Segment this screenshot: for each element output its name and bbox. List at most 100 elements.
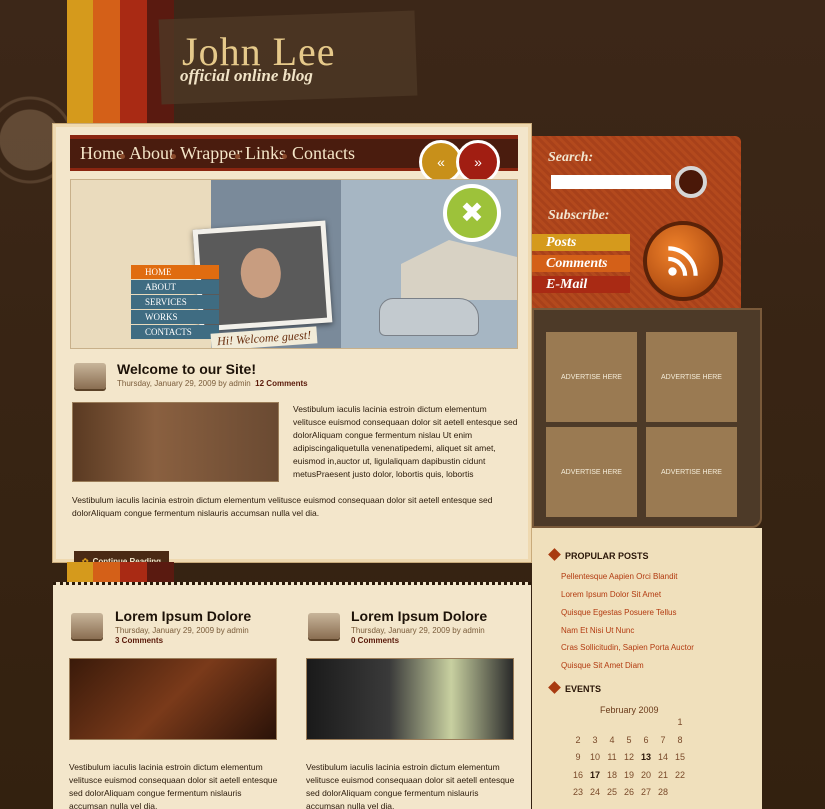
- calendar-day[interactable]: 18: [604, 770, 620, 780]
- calendar-day[interactable]: 1: [672, 717, 688, 727]
- calendar-day[interactable]: 3: [587, 735, 603, 745]
- face-image: [239, 246, 283, 300]
- calendar-day[interactable]: 17: [587, 770, 603, 780]
- ad-slot[interactable]: ADVERTISE HERE: [646, 332, 737, 422]
- ad-slot[interactable]: ADVERTISE HERE: [546, 332, 637, 422]
- calendar-day[interactable]: 10: [587, 752, 603, 762]
- popular-post-link[interactable]: Pellentesque Aapien Orci Blandit: [561, 572, 678, 581]
- calendar-day[interactable]: 8: [672, 735, 688, 745]
- calendar-day[interactable]: 5: [621, 735, 637, 745]
- calendar-day[interactable]: 16: [570, 770, 586, 780]
- calendar-month: February 2009: [600, 705, 659, 715]
- popular-post-link[interactable]: Nam Et Nisi Ut Nunc: [561, 626, 634, 635]
- nav-about[interactable]: About: [129, 143, 174, 164]
- book-icon: [308, 613, 340, 639]
- calendar-day[interactable]: 22: [672, 770, 688, 780]
- house-image: [401, 240, 517, 300]
- calendar-day[interactable]: 15: [672, 752, 688, 762]
- featured-card: Home About Wrapper Links Contacts « » ✖ …: [53, 124, 531, 572]
- search-label: Search:: [548, 150, 594, 165]
- featured-title[interactable]: Welcome to our Site!: [117, 361, 256, 377]
- calendar-day[interactable]: 20: [638, 770, 654, 780]
- calendar-day[interactable]: 6: [638, 735, 654, 745]
- search-input[interactable]: [551, 175, 671, 189]
- rss-icon: [668, 246, 698, 276]
- events-heading: EVENTS: [550, 683, 601, 694]
- sidebar: PROPULAR POSTS Pellentesque Aapien Orci …: [532, 528, 762, 809]
- popular-post-link[interactable]: Cras Sollicitudin, Sapien Porta Auctor: [561, 643, 694, 652]
- calendar-day[interactable]: 12: [621, 752, 637, 762]
- featured-meta: Thursday, January 29, 2009 by admin 12 C…: [117, 379, 308, 388]
- calendar-day[interactable]: 7: [655, 735, 671, 745]
- calendar-day[interactable]: 4: [604, 735, 620, 745]
- nav-wrapper[interactable]: Wrapper: [180, 143, 242, 164]
- ads-panel: ADVERTISE HERE ADVERTISE HERE ADVERTISE …: [532, 308, 762, 528]
- banner-menu-works[interactable]: WORKS: [131, 310, 219, 324]
- banner-menu-about[interactable]: ABOUT: [131, 280, 219, 294]
- post-comments-link[interactable]: 3 Comments: [115, 636, 163, 645]
- post-text: Vestibulum iaculis lacinia estroin dictu…: [306, 762, 515, 809]
- calendar-day[interactable]: 27: [638, 787, 654, 797]
- featured-date: Thursday, January 29, 2009 by admin: [117, 379, 251, 388]
- post-title[interactable]: Lorem Ipsum Dolore: [351, 608, 487, 624]
- calendar-day[interactable]: 24: [587, 787, 603, 797]
- subscribe-comments[interactable]: Comments: [532, 255, 630, 272]
- posts-grid: Lorem Ipsum Dolore Thursday, January 29,…: [53, 582, 531, 809]
- calendar-day[interactable]: 26: [621, 787, 637, 797]
- car-image: [379, 298, 479, 336]
- post-title[interactable]: Lorem Ipsum Dolore: [115, 608, 251, 624]
- chevron-right-icon: »: [474, 154, 482, 170]
- post-thumbnail[interactable]: [69, 658, 277, 740]
- nav-separator: [235, 154, 240, 159]
- close-badge-icon: ✖: [443, 184, 501, 242]
- welcome-tag: Hi! Welcome guest!: [210, 326, 318, 348]
- banner-menu-contacts[interactable]: CONTACTS: [131, 325, 219, 339]
- banner-menu-home[interactable]: HOME: [131, 265, 219, 279]
- subscribe-posts[interactable]: Posts: [532, 234, 630, 251]
- popular-post-link[interactable]: Quisque Sit Amet Diam: [561, 661, 644, 670]
- popular-post-link[interactable]: Quisque Egestas Posuere Tellus: [561, 608, 676, 617]
- calendar-day[interactable]: 25: [604, 787, 620, 797]
- nav-contacts[interactable]: Contacts: [292, 143, 355, 164]
- calendar-day[interactable]: 21: [655, 770, 671, 780]
- ad-slot[interactable]: ADVERTISE HERE: [546, 427, 637, 517]
- post-meta: Thursday, January 29, 2009 by admin: [351, 626, 485, 635]
- calendar-day[interactable]: 11: [604, 752, 620, 762]
- nav-separator: [282, 154, 287, 159]
- stripe-yellow-low: [67, 562, 93, 582]
- popular-post-link[interactable]: Lorem Ipsum Dolor Sit Amet: [561, 590, 661, 599]
- calendar-day[interactable]: 2: [570, 735, 586, 745]
- hero-banner: ✖ HOME ABOUT SERVICES WORKS CONTACTS Hi!…: [70, 179, 518, 349]
- banner-menu: HOME ABOUT SERVICES WORKS CONTACTS: [131, 265, 219, 340]
- stripe-red: [120, 0, 147, 130]
- slider-next-button[interactable]: »: [456, 140, 500, 184]
- ad-slot[interactable]: ADVERTISE HERE: [646, 427, 737, 517]
- featured-comments-link[interactable]: 12 Comments: [255, 379, 307, 388]
- banner-menu-services[interactable]: SERVICES: [131, 295, 219, 309]
- nav-links[interactable]: Links: [245, 143, 286, 164]
- calendar-day[interactable]: 9: [570, 752, 586, 762]
- search-button[interactable]: [675, 166, 707, 198]
- post-text: Vestibulum iaculis lacinia estroin dictu…: [69, 762, 278, 809]
- calendar-day[interactable]: 23: [570, 787, 586, 797]
- search-subscribe-panel: Search: Subscribe: Posts Comments E-Mail: [532, 136, 741, 308]
- book-icon: [74, 363, 106, 389]
- subscribe-email[interactable]: E-Mail: [532, 276, 630, 293]
- stripe-orange-low: [93, 562, 120, 582]
- calendar-day[interactable]: 19: [621, 770, 637, 780]
- calendar-day[interactable]: 13: [638, 752, 654, 762]
- post-thumbnail[interactable]: [306, 658, 514, 740]
- site-subtitle: official online blog: [180, 66, 313, 85]
- calendar-day[interactable]: 14: [655, 752, 671, 762]
- post-comments-link[interactable]: 0 Comments: [351, 636, 399, 645]
- chevron-left-icon: «: [437, 154, 445, 170]
- post-meta: Thursday, January 29, 2009 by admin: [115, 626, 249, 635]
- nav-home[interactable]: Home: [80, 143, 124, 164]
- nav-separator: [171, 154, 176, 159]
- calendar-day[interactable]: 28: [655, 787, 671, 797]
- stripe-orange: [93, 0, 120, 130]
- stripe-red-low: [120, 562, 147, 582]
- rss-button[interactable]: [643, 221, 723, 301]
- stripe-yellow: [67, 0, 93, 130]
- featured-thumbnail[interactable]: [72, 402, 279, 482]
